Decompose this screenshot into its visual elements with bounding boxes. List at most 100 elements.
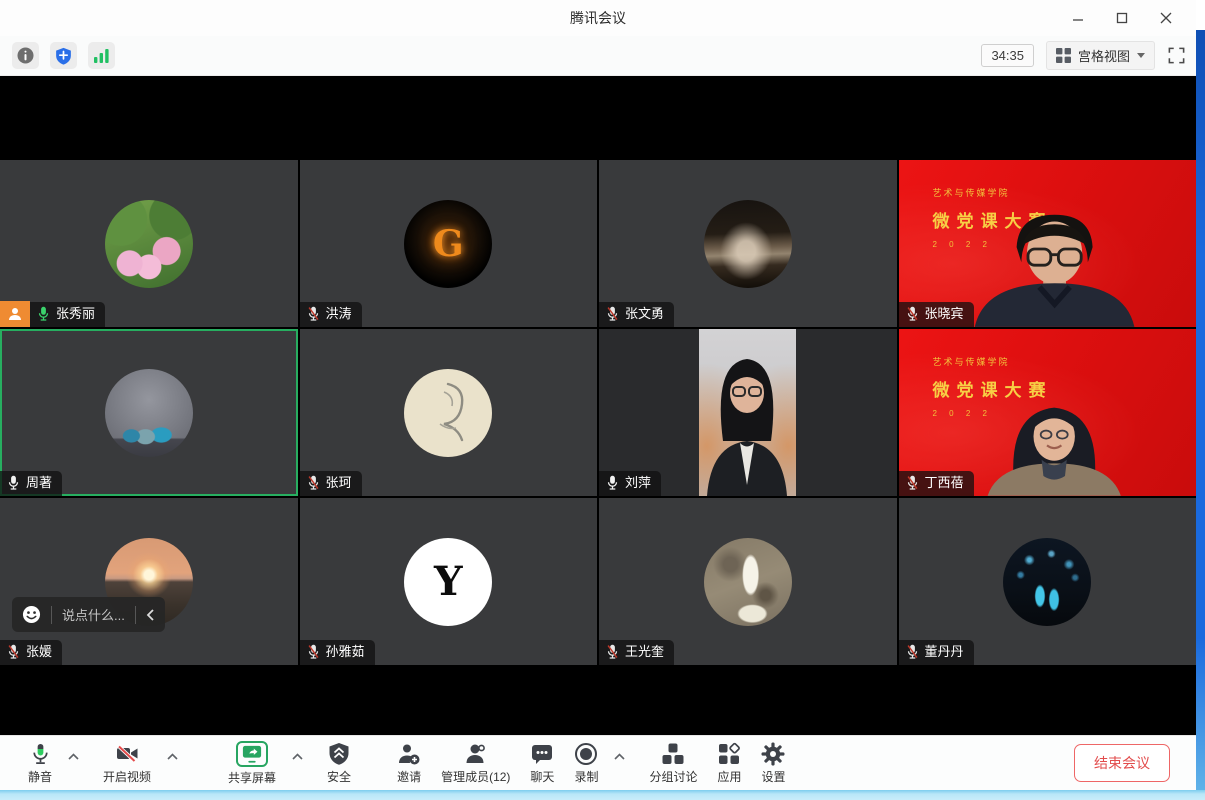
fullscreen-icon (1167, 46, 1186, 65)
participant-tile-1[interactable]: G 洪涛 (300, 160, 598, 327)
collapse-chevron-icon[interactable] (146, 609, 155, 621)
window-title: 腾讯会议 (0, 8, 1196, 28)
quick-chat-input[interactable]: 说点什么... (62, 605, 125, 624)
camera-off-icon (115, 742, 140, 766)
participant-tile-0[interactable]: 张秀丽 (0, 160, 298, 327)
layout-view-selector[interactable]: 宫格视图 (1046, 41, 1155, 70)
name-label: 张文勇 (599, 302, 674, 327)
record-options-caret[interactable] (608, 743, 631, 769)
maximize-icon (1116, 12, 1128, 24)
start-video-button[interactable]: 开启视频 (93, 736, 161, 790)
apps-button[interactable]: 应用 (707, 736, 751, 790)
security-button[interactable] (50, 42, 77, 69)
meeting-info-button[interactable] (12, 42, 39, 69)
mic-muted-icon (606, 644, 619, 660)
microphone-icon (29, 742, 52, 766)
end-meeting-button[interactable]: 结束会议 (1074, 744, 1170, 782)
participant-name: 丁西蓓 (925, 475, 964, 491)
participant-tile-10[interactable]: 王光奎 (599, 498, 897, 665)
chevron-down-icon (1137, 53, 1145, 58)
chat-bubble-icon (530, 742, 554, 766)
mic-muted-icon (307, 644, 320, 660)
participant-video-person (699, 329, 796, 496)
participant-name: 张珂 (326, 475, 352, 491)
emoji-button[interactable] (22, 605, 41, 624)
mic-muted-icon (606, 306, 619, 322)
close-icon (1160, 12, 1172, 24)
participant-name: 张媛 (26, 644, 52, 660)
share-options-caret[interactable] (286, 743, 309, 769)
record-button[interactable]: 录制 (564, 736, 608, 790)
mic-muted-icon (906, 306, 919, 322)
meeting-top-toolbar: 34:35 宫格视图 (0, 36, 1196, 76)
network-status-button[interactable] (88, 42, 115, 69)
participant-name: 董丹丹 (925, 644, 964, 660)
fullscreen-button[interactable] (1167, 46, 1186, 65)
tool-label: 安全 (327, 768, 351, 785)
name-label: 王光奎 (599, 640, 674, 665)
tool-label: 录制 (574, 768, 598, 785)
tool-label: 分组讨论 (649, 768, 697, 785)
name-label: 洪涛 (300, 302, 362, 327)
minimize-button[interactable] (1056, 0, 1100, 36)
breakout-rooms-button[interactable]: 分组讨论 (639, 736, 707, 790)
avatar (105, 369, 193, 457)
tool-label: 开启视频 (103, 768, 151, 785)
tool-label: 管理成员(12) (441, 768, 510, 785)
desktop-wallpaper-bottom (0, 790, 1205, 800)
security-tool-button[interactable]: 安全 (317, 736, 361, 790)
manage-members-button[interactable]: 管理成员(12) (431, 736, 520, 790)
video-area: 张秀丽 G 洪涛 (0, 76, 1196, 735)
meeting-timer: 34:35 (981, 44, 1034, 67)
sketch-drawing (418, 378, 478, 448)
participant-name: 王光奎 (625, 644, 664, 660)
avatar (105, 200, 193, 288)
tool-label: 邀请 (397, 768, 421, 785)
name-label: 张媛 (0, 640, 62, 665)
divider (51, 606, 52, 624)
participant-tile-11[interactable]: 董丹丹 (899, 498, 1197, 665)
participant-tile-3[interactable]: 艺术与传媒学院 微党课大赛 2 0 2 2 (899, 160, 1197, 327)
members-icon (464, 742, 488, 766)
participant-name: 张晓宾 (925, 306, 964, 322)
name-label: 刘萍 (599, 471, 661, 496)
participant-tile-6[interactable]: 刘萍 (599, 329, 897, 496)
view-mode-label: 宫格视图 (1078, 46, 1130, 65)
network-signal-icon (93, 48, 110, 64)
participant-tile-2[interactable]: 张文勇 (599, 160, 897, 327)
name-label: 董丹丹 (899, 640, 974, 665)
participant-video-person (960, 209, 1150, 327)
mic-on-icon (606, 475, 619, 491)
invite-person-icon (397, 742, 421, 766)
mute-button[interactable]: 静音 (18, 736, 62, 790)
video-options-caret[interactable] (161, 743, 184, 769)
gear-icon (761, 742, 785, 766)
participant-tile-8[interactable]: 说点什么... 张媛 (0, 498, 298, 665)
maximize-button[interactable] (1100, 0, 1144, 36)
participant-name: 张文勇 (625, 306, 664, 322)
tool-label: 设置 (761, 768, 785, 785)
avatar (704, 538, 792, 626)
share-screen-button[interactable]: 共享屏幕 (218, 736, 286, 790)
quick-chat-bubble: 说点什么... (12, 597, 165, 632)
participant-name: 周著 (26, 475, 52, 491)
close-button[interactable] (1144, 0, 1188, 36)
tool-label: 聊天 (530, 768, 554, 785)
name-label: 周著 (0, 471, 62, 496)
tool-label: 共享屏幕 (228, 769, 276, 786)
mute-options-caret[interactable] (62, 743, 85, 769)
invite-button[interactable]: 邀请 (387, 736, 431, 790)
name-label: 丁西蓓 (899, 471, 974, 496)
desktop-wallpaper-right (1196, 30, 1205, 790)
divider (135, 606, 136, 624)
settings-button[interactable]: 设置 (751, 736, 795, 790)
participant-tile-5[interactable]: 张珂 (300, 329, 598, 496)
avatar (704, 200, 792, 288)
security-shield-icon (55, 47, 72, 65)
chat-button[interactable]: 聊天 (520, 736, 564, 790)
participant-tile-9[interactable]: Y 孙雅茹 (300, 498, 598, 665)
name-label: 张秀丽 (30, 302, 105, 327)
mic-muted-icon (307, 475, 320, 491)
participant-tile-7[interactable]: 艺术与传媒学院 微党课大赛 2 0 2 2 (899, 329, 1197, 496)
participant-tile-4[interactable]: 周著 (0, 329, 298, 496)
